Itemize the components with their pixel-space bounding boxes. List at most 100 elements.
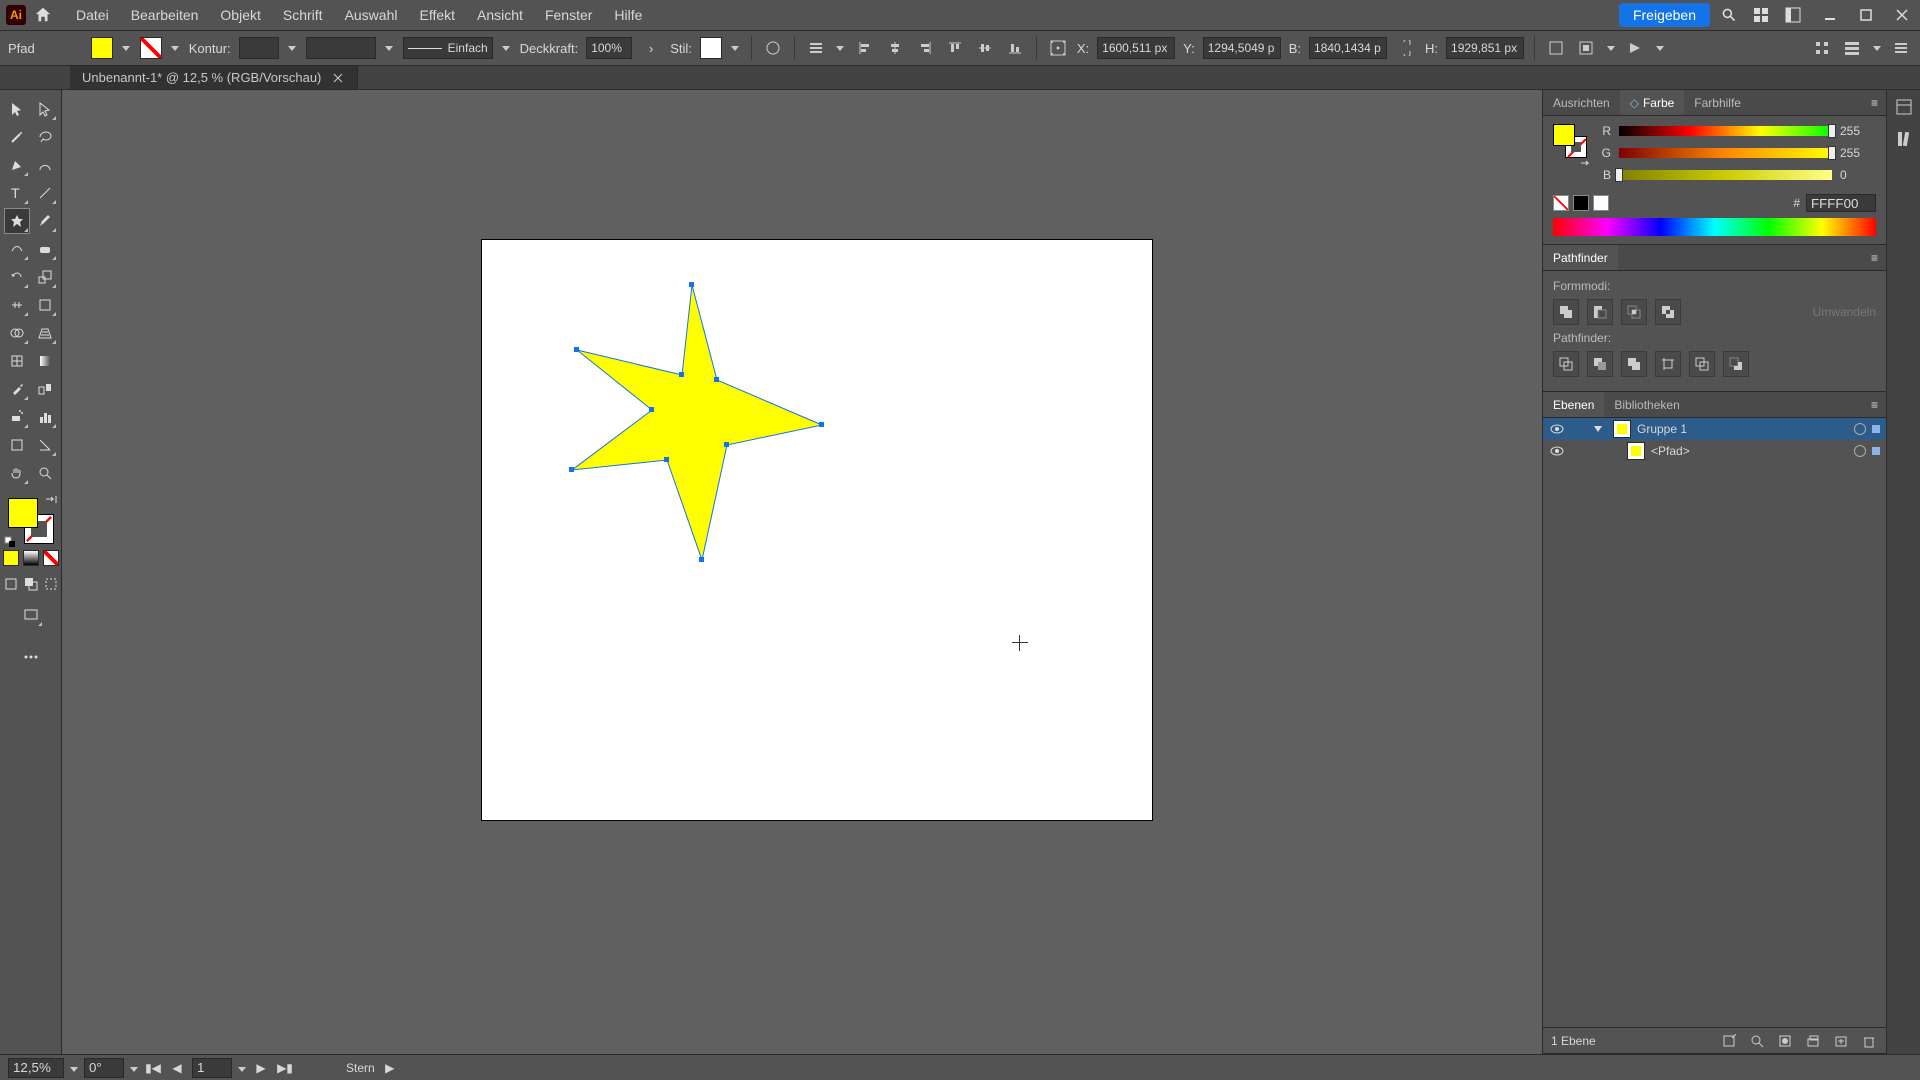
layer-row-path[interactable]: <Pfad> [1543,440,1886,462]
color-spectrum[interactable] [1553,218,1876,236]
minimize-button[interactable] [1818,5,1842,25]
g-value[interactable]: 255 [1840,146,1876,160]
target-icon[interactable] [1854,445,1866,457]
curvature-tool[interactable] [32,152,58,178]
color-mode-solid[interactable] [3,550,19,566]
swap-color-icon[interactable] [1579,158,1593,172]
stroke-dropdown[interactable] [170,37,181,59]
line-segment-tool[interactable] [32,180,58,206]
draw-normal-icon[interactable] [3,576,19,592]
new-layer-icon[interactable] [1832,1032,1850,1050]
panel-menu-icon[interactable] [1890,37,1912,59]
visibility-toggle-icon[interactable] [1549,421,1565,437]
b-value[interactable]: 0 [1840,168,1876,182]
stroke-profile[interactable] [306,37,376,59]
color-mode-gradient[interactable] [23,550,39,566]
g-slider[interactable] [1619,148,1832,158]
brush-definition[interactable]: Einfach [403,37,493,59]
perspective-grid-tool[interactable] [32,320,58,346]
color-panel-menu-icon[interactable]: ≡ [1863,96,1886,110]
last-artboard-icon[interactable]: ▶▮ [276,1059,294,1077]
menu-auswahl[interactable]: Auswahl [335,0,408,30]
h-input[interactable] [1446,37,1524,59]
menu-fenster[interactable]: Fenster [535,0,602,30]
menu-bearbeiten[interactable]: Bearbeiten [121,0,209,30]
star-tool[interactable] [4,208,30,234]
color-fill-stroke[interactable] [1553,124,1587,158]
zoom-input[interactable] [8,1058,64,1078]
pathfinder-panel-menu-icon[interactable]: ≡ [1863,251,1886,265]
eyedropper-tool[interactable] [4,376,30,402]
libraries-panel-icon[interactable] [1893,128,1915,150]
tab-pathfinder[interactable]: Pathfinder [1543,245,1618,270]
graph-setup-icon[interactable] [1811,37,1833,59]
layer-row-group[interactable]: Gruppe 1 [1543,418,1886,440]
draw-inside-icon[interactable] [43,576,59,592]
preferences-dropdown[interactable] [1871,37,1882,59]
default-fill-stroke-icon[interactable] [4,536,16,548]
eraser-tool[interactable] [32,236,58,262]
tab-ebenen[interactable]: Ebenen [1543,392,1604,417]
workspace-switcher-icon[interactable] [1780,2,1806,28]
prev-artboard-icon[interactable]: ◀ [168,1059,186,1077]
align-top-icon[interactable] [944,37,966,59]
canvas[interactable] [62,90,1542,1054]
link-wh-icon[interactable] [1395,37,1417,59]
selection-tool[interactable] [4,96,30,122]
paintbrush-tool[interactable] [32,208,58,234]
recolor-icon[interactable] [762,37,784,59]
layer-name[interactable]: Gruppe 1 [1637,422,1848,436]
y-input[interactable] [1203,37,1281,59]
close-tab-icon[interactable] [331,71,345,85]
tab-ausrichten[interactable]: Ausrichten [1543,90,1620,115]
direct-selection-tool[interactable] [32,96,58,122]
symbol-sprayer-tool[interactable] [4,404,30,430]
stroke-swatch[interactable] [140,37,162,59]
lasso-tool[interactable] [32,124,58,150]
arrange-documents-icon[interactable] [1748,2,1774,28]
tab-bibliotheken[interactable]: Bibliotheken [1604,392,1689,417]
locate-object-icon[interactable] [1720,1032,1738,1050]
pen-tool[interactable] [4,152,30,178]
none-color-icon[interactable] [1553,195,1569,211]
graphic-style-dropdown[interactable] [730,37,741,59]
rotate-input[interactable] [84,1058,124,1078]
draw-behind-icon[interactable] [23,576,39,592]
rotate-tool[interactable] [4,264,30,290]
align-right-icon[interactable] [914,37,936,59]
fill-stroke-indicator[interactable] [8,498,54,544]
transform-reference-icon[interactable] [1047,37,1069,59]
visibility-toggle-icon[interactable] [1549,443,1565,459]
fill-dropdown[interactable] [121,37,132,59]
unite-button[interactable] [1553,299,1579,325]
magic-wand-tool[interactable] [4,124,30,150]
artboard-tool[interactable] [4,432,30,458]
share-button[interactable]: Freigeben [1619,3,1710,27]
slice-tool[interactable] [32,432,58,458]
rotate-dropdown[interactable] [130,1061,138,1075]
mesh-tool[interactable] [4,348,30,374]
align-vcenter-icon[interactable] [974,37,996,59]
preferences-icon[interactable] [1841,37,1863,59]
black-swatch[interactable] [1573,195,1589,211]
search-layer-icon[interactable] [1748,1032,1766,1050]
first-artboard-icon[interactable]: ▮◀ [144,1059,162,1077]
shape-builder-tool[interactable] [4,320,30,346]
status-popup-icon[interactable]: ▶ [381,1059,399,1077]
shape-props-icon[interactable] [1545,37,1567,59]
minus-front-button[interactable] [1587,299,1613,325]
hex-input[interactable] [1806,194,1876,212]
new-sublayer-icon[interactable] [1804,1032,1822,1050]
graphic-style-swatch[interactable] [700,37,722,59]
more-options-icon[interactable] [1624,37,1646,59]
layers-panel-menu-icon[interactable]: ≡ [1863,398,1886,412]
isolate-dropdown[interactable] [1605,37,1616,59]
divide-button[interactable] [1553,351,1579,377]
more-options-dropdown[interactable] [1654,37,1665,59]
intersect-button[interactable] [1621,299,1647,325]
zoom-dropdown[interactable] [70,1061,78,1075]
b-slider[interactable] [1619,170,1832,180]
trim-button[interactable] [1587,351,1613,377]
menu-ansicht[interactable]: Ansicht [467,0,533,30]
screen-mode-icon[interactable] [18,602,44,628]
